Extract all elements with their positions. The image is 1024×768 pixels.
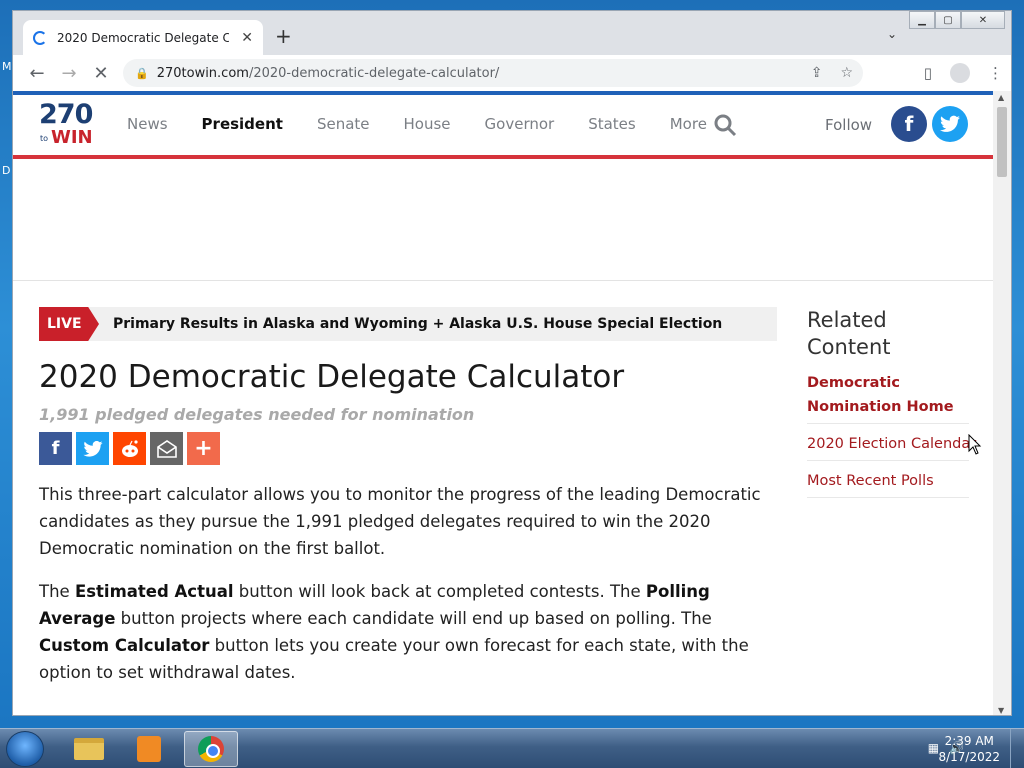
chrome-icon xyxy=(198,736,224,762)
page-subtitle: 1,991 pledged delegates needed for nomin… xyxy=(39,405,475,424)
nav-states[interactable]: States xyxy=(588,115,636,133)
ad-area xyxy=(13,159,995,281)
buttons-paragraph: The Estimated Actual button will look ba… xyxy=(39,578,779,686)
start-button[interactable] xyxy=(6,731,44,767)
browser-window: 2020 Democratic Delegate Calcu ✕ + ⌄ ▁ ▢… xyxy=(12,10,1012,716)
live-headline[interactable]: Primary Results in Alaska and Wyoming + … xyxy=(113,316,722,332)
scroll-thumb[interactable] xyxy=(997,107,1007,177)
nav-governor[interactable]: Governor xyxy=(485,115,555,133)
live-tag: LIVE xyxy=(39,307,99,341)
nav-senate[interactable]: Senate xyxy=(317,115,370,133)
maximize-button[interactable]: ▢ xyxy=(935,11,961,29)
nav-news[interactable]: News xyxy=(127,115,168,133)
para-text: button will look back at completed conte… xyxy=(233,582,646,601)
page-viewport: 270 to WIN News President Senate House G… xyxy=(13,91,995,715)
stop-loading-icon[interactable]: ✕ xyxy=(85,63,117,84)
related-link-democratic-nomination-home[interactable]: Democratic Nomination Home xyxy=(807,369,969,424)
share-buttons: f + xyxy=(39,432,779,465)
close-window-button[interactable]: ✕ xyxy=(961,11,1005,29)
page-title: 2020 Democratic Delegate Calculator xyxy=(39,359,625,395)
search-icon[interactable] xyxy=(713,113,737,137)
desktop-icon-label[interactable]: M xyxy=(2,60,12,73)
share-icon[interactable]: ⇪ xyxy=(811,65,823,81)
minimize-button[interactable]: ▁ xyxy=(909,11,935,29)
browser-toolbar: ← → ✕ 🔒 270towin.com/2020-democratic-del… xyxy=(13,55,1011,91)
para-text: button projects where each candidate wil… xyxy=(115,609,712,628)
folder-icon xyxy=(74,738,104,760)
new-tab-button[interactable]: + xyxy=(275,24,292,48)
browser-tab[interactable]: 2020 Democratic Delegate Calcu ✕ xyxy=(23,20,263,55)
url-text: 270towin.com/2020-democratic-delegate-ca… xyxy=(157,66,500,81)
back-icon[interactable]: ← xyxy=(21,63,53,84)
logo-to: to xyxy=(40,134,49,143)
forward-icon[interactable]: → xyxy=(53,63,85,84)
url-domain: 270towin.com xyxy=(156,65,249,81)
loading-spinner-icon xyxy=(33,30,47,45)
nav-president[interactable]: President xyxy=(202,115,283,133)
tab-search-chevron-icon[interactable]: ⌄ xyxy=(887,27,897,41)
para-text: The xyxy=(39,582,75,601)
twitter-follow-icon[interactable] xyxy=(932,106,968,142)
profile-avatar-icon[interactable] xyxy=(950,63,970,83)
taskbar-media-player[interactable] xyxy=(122,731,176,767)
url-path: /2020-democratic-delegate-calculator/ xyxy=(248,65,500,81)
mouse-cursor-icon xyxy=(968,434,982,455)
article: LIVE Primary Results in Alaska and Wyomi… xyxy=(39,307,779,686)
address-bar[interactable]: 🔒 270towin.com/2020-democratic-delegate-… xyxy=(123,59,863,87)
bookmark-star-icon[interactable]: ☆ xyxy=(840,65,853,81)
site-logo[interactable]: 270 to WIN xyxy=(39,101,93,151)
main-nav: News President Senate House Governor Sta… xyxy=(127,115,741,133)
side-panel-icon[interactable]: ▯ xyxy=(924,64,932,82)
site-header: 270 to WIN News President Senate House G… xyxy=(13,91,995,159)
tab-title: 2020 Democratic Delegate Calcu xyxy=(57,30,229,45)
network-icon[interactable]: ▦ xyxy=(928,741,939,755)
media-player-icon xyxy=(137,736,161,762)
related-title: Related Content xyxy=(807,308,891,359)
clock-time: 2:39 AM xyxy=(944,734,994,748)
nav-house[interactable]: House xyxy=(404,115,451,133)
scroll-up-icon[interactable]: ▲ xyxy=(998,93,1004,102)
intro-paragraph: This three-part calculator allows you to… xyxy=(39,485,761,558)
para-bold-estimated-actual: Estimated Actual xyxy=(74,582,234,601)
taskbar-chrome[interactable] xyxy=(184,731,238,767)
tab-close-icon[interactable]: ✕ xyxy=(241,30,253,46)
live-banner[interactable]: LIVE Primary Results in Alaska and Wyomi… xyxy=(39,307,777,341)
logo-number: 270 xyxy=(39,99,93,130)
clock-date: 8/17/2022 xyxy=(938,750,1000,764)
email-share-icon[interactable] xyxy=(150,432,183,465)
scroll-down-icon[interactable]: ▼ xyxy=(998,706,1004,715)
taskbar: ▦ 🔊 2:39 AM 8/17/2022 xyxy=(0,728,1024,768)
clock[interactable]: 2:39 AM 8/17/2022 xyxy=(938,733,1000,765)
page-scrollbar[interactable]: ▲ ▼ xyxy=(993,91,1011,715)
menu-kebab-icon[interactable]: ⋮ xyxy=(988,64,1003,82)
show-desktop-button[interactable] xyxy=(1010,729,1024,768)
facebook-share-icon[interactable]: f xyxy=(39,432,72,465)
reddit-share-icon[interactable] xyxy=(113,432,146,465)
related-link-election-calendar[interactable]: 2020 Election Calendar xyxy=(807,430,976,461)
related-link-recent-polls[interactable]: Most Recent Polls xyxy=(807,467,969,498)
follow-label: Follow xyxy=(825,116,873,134)
logo-win: WIN xyxy=(51,127,93,148)
tab-strip: 2020 Democratic Delegate Calcu ✕ + ⌄ ▁ ▢… xyxy=(13,11,1011,55)
nav-more[interactable]: More xyxy=(670,115,707,133)
para-bold-custom-calculator: Custom Calculator xyxy=(39,636,210,655)
twitter-share-icon[interactable] xyxy=(76,432,109,465)
more-share-icon[interactable]: + xyxy=(187,432,220,465)
facebook-follow-icon[interactable]: f xyxy=(891,106,927,142)
taskbar-explorer[interactable] xyxy=(62,731,116,767)
window-controls: ▁ ▢ ✕ xyxy=(909,11,1005,29)
desktop-icon-label[interactable]: D xyxy=(2,164,10,177)
lock-icon[interactable]: 🔒 xyxy=(135,67,149,80)
related-content: Related Content Democratic Nomination Ho… xyxy=(807,307,976,498)
